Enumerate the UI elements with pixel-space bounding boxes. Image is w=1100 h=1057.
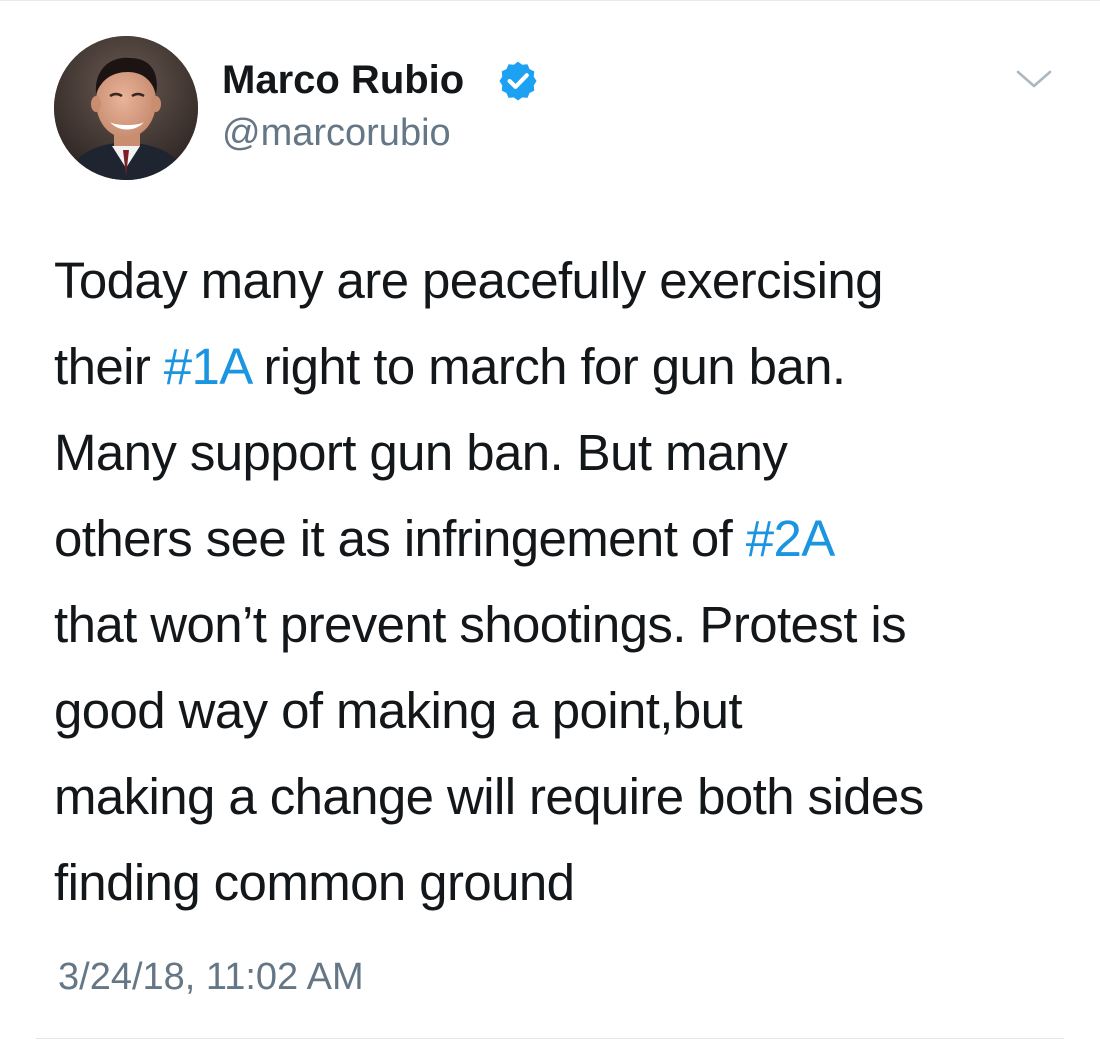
tweet-text-line: others see it as infringement of #2A xyxy=(54,496,1064,582)
tweet-text-line: their #1A right to march for gun ban. xyxy=(54,324,1064,410)
bottom-divider xyxy=(36,1038,1064,1039)
tweet-text-segment: their xyxy=(54,338,164,395)
hashtag-link[interactable]: #2A xyxy=(746,510,836,567)
tweet-text-line: that won’t prevent shootings. Protest is xyxy=(54,582,1064,668)
chevron-down-icon[interactable] xyxy=(1012,64,1056,94)
tweet-text-segment: others see it as infringement of xyxy=(54,510,746,567)
tweet-text-line: Many support gun ban. But many xyxy=(54,410,1064,496)
tweet-text-segment: that won’t prevent shootings. Protest is xyxy=(54,596,907,653)
tweet-text-segment: Many support gun ban. But many xyxy=(54,424,788,481)
tweet-text-line: making a change will require both sides xyxy=(54,754,1064,840)
profile-photo-icon xyxy=(54,36,198,180)
tweet-text-segment: finding common ground xyxy=(54,854,575,911)
tweet-card: Marco Rubio @marcorubio Today many are p… xyxy=(0,0,1100,1057)
tweet-text-segment: good way of making a point,but xyxy=(54,682,743,739)
author-handle[interactable]: @marcorubio xyxy=(222,110,451,156)
tweet-text-segment: making a change will require both sides xyxy=(54,768,924,825)
verified-badge-icon xyxy=(499,61,537,101)
tweet-text: Today many are peacefully exercising thei… xyxy=(54,238,1064,926)
avatar[interactable] xyxy=(54,36,198,180)
hashtag-link[interactable]: #1A xyxy=(164,338,251,395)
tweet-text-segment: Today many are peacefully exercising xyxy=(54,252,883,309)
tweet-text-segment: right to march for gun ban. xyxy=(249,338,846,395)
author-display-name[interactable]: Marco Rubio xyxy=(222,56,464,104)
tweet-text-line: finding common ground xyxy=(54,840,1064,926)
tweet-text-line: Today many are peacefully exercising xyxy=(54,238,1064,324)
tweet-timestamp[interactable]: 3/24/18, 11:02 AM xyxy=(58,953,364,1001)
tweet-text-line: good way of making a point,but xyxy=(54,668,1064,754)
